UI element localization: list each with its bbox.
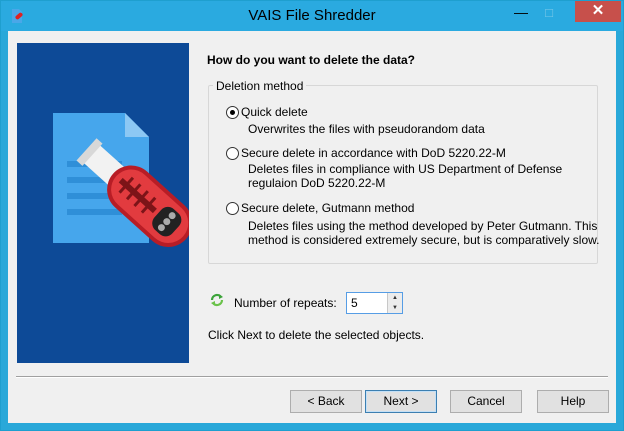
dialog-body: How do you want to delete the data? Dele… <box>8 31 616 423</box>
hint-text: Click Next to delete the selected object… <box>208 328 425 342</box>
radio-button-checked[interactable] <box>226 106 239 119</box>
cancel-button[interactable]: Cancel <box>450 390 522 413</box>
minimize-button[interactable]: — <box>511 5 531 23</box>
description-line: Overwrites the files with pseudorandom d… <box>248 122 485 136</box>
maximize-button: □ <box>545 5 553 20</box>
description-line: method is considered extremely secure, b… <box>248 233 600 247</box>
side-panel <box>17 43 193 363</box>
group-title: Deletion method <box>213 79 307 93</box>
radio-button[interactable] <box>226 202 239 215</box>
spin-buttons: ▲ ▼ <box>387 293 402 313</box>
option-description: Deletes files in compliance with US Depa… <box>248 162 562 190</box>
repeats-spinbox[interactable]: 5 ▲ ▼ <box>346 292 403 314</box>
repeats-value[interactable]: 5 <box>351 296 358 310</box>
description-line: Deletes files in compliance with US Depa… <box>248 162 563 176</box>
dialog-window: VAIS File Shredder — □ ✕ How do you want… <box>0 0 624 431</box>
refresh-icon <box>210 293 224 307</box>
next-button[interactable]: Next > <box>365 390 437 413</box>
document-shredder-icon <box>53 113 193 247</box>
radio-label[interactable]: Secure delete in accordance with DoD 522… <box>241 146 506 160</box>
option-description: Deletes files using the method developed… <box>248 219 600 247</box>
radio-label[interactable]: Quick delete <box>241 105 308 119</box>
option-description: Overwrites the files with pseudorandom d… <box>248 122 485 136</box>
spin-down-button[interactable]: ▼ <box>388 303 402 313</box>
page-question: How do you want to delete the data? <box>207 53 416 67</box>
title-bar[interactable]: VAIS File Shredder — □ ✕ <box>1 1 623 31</box>
description-line: regulaion DoD 5220.22-M <box>248 176 386 190</box>
repeats-label: Number of repeats: <box>234 296 337 310</box>
help-button[interactable]: Help <box>537 390 609 413</box>
radio-button[interactable] <box>226 147 239 160</box>
description-line: Deletes files using the method developed… <box>248 219 598 233</box>
radio-label[interactable]: Secure delete, Gutmann method <box>241 201 414 215</box>
close-button[interactable]: ✕ <box>575 1 621 22</box>
separator <box>16 376 608 378</box>
back-button[interactable]: < Back <box>290 390 362 413</box>
